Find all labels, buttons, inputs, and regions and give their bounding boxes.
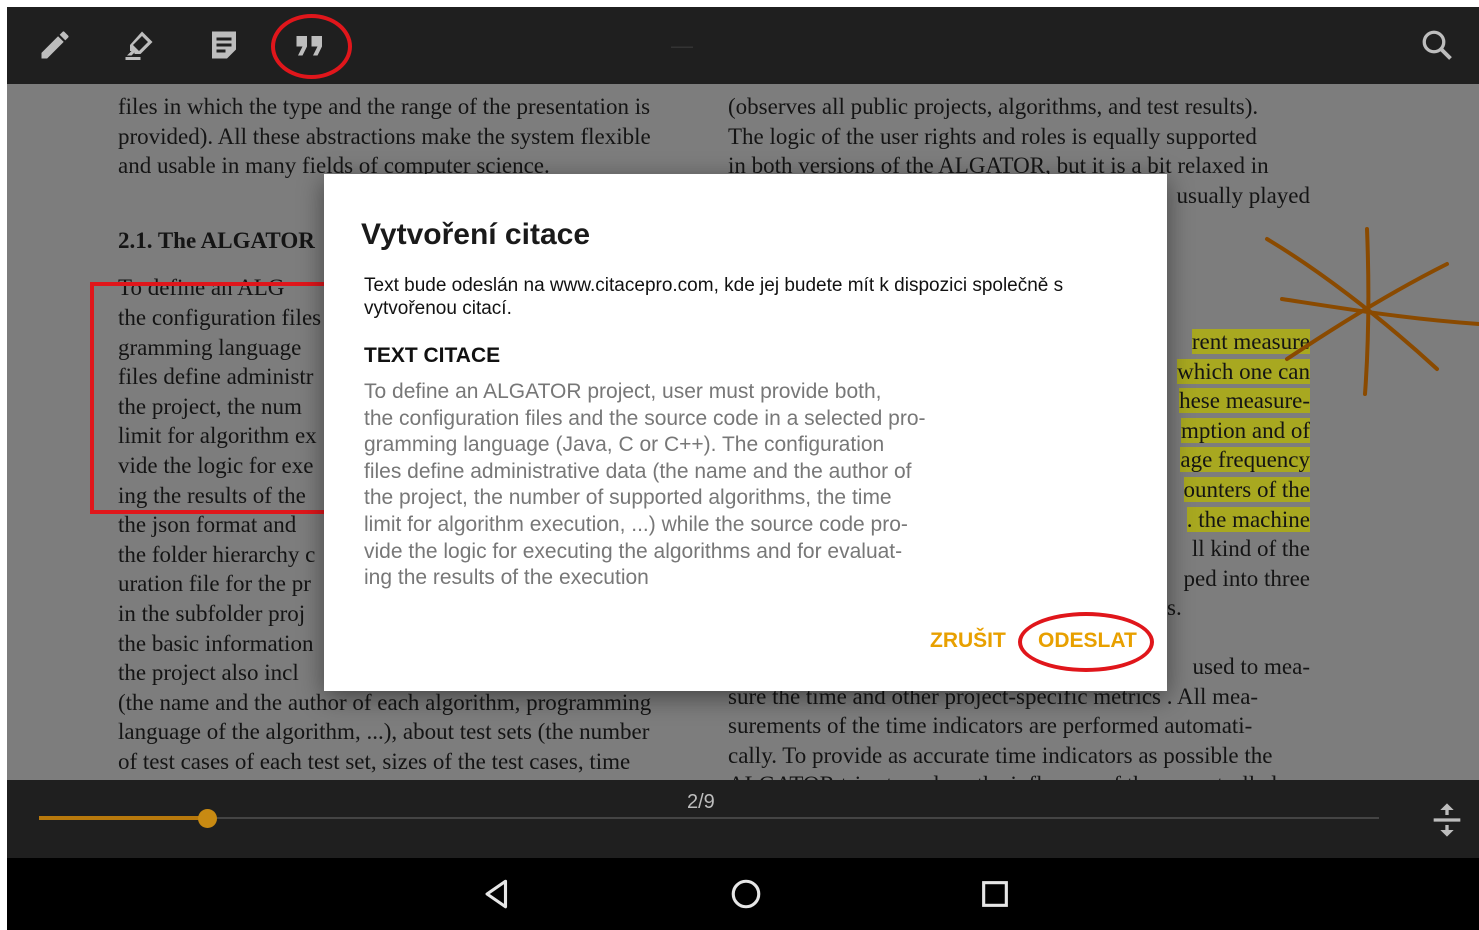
- text-line: of test cases of each test set, sizes of…: [118, 748, 631, 774]
- recents-icon[interactable]: [975, 874, 1015, 914]
- highlighted-text[interactable]: . the machine: [1186, 506, 1310, 532]
- text-line: (the name and the author of each algorit…: [118, 689, 652, 715]
- text-line: s.: [1167, 595, 1182, 621]
- text-line: surements of the time indicators are per…: [728, 713, 1253, 739]
- title-placeholder: —: [671, 33, 693, 58]
- page-slider-thumb[interactable]: [197, 809, 217, 828]
- text-line: provided). All these abstractions make t…: [118, 123, 651, 149]
- text-line: (observes all public projects, algorithm…: [728, 94, 1259, 119]
- page-indicator: 2/9: [687, 791, 715, 813]
- citation-text: To define an ALGATOR project, user must …: [364, 380, 926, 590]
- home-icon[interactable]: [726, 874, 766, 914]
- dialog-subtitle: TEXT CITACE: [364, 344, 501, 367]
- text-line: ALGATOR tries to reduce the influence of…: [728, 770, 1310, 780]
- highlighted-text[interactable]: mption and of: [1180, 417, 1310, 443]
- text-line: cally. To provide as accurate time indic…: [728, 742, 1273, 768]
- text-line: The logic of the user rights and roles i…: [728, 123, 1257, 149]
- device-screen: — files in which the type and the range …: [7, 7, 1479, 930]
- text-line: files in which the type and the range of…: [118, 94, 651, 119]
- expand-collapse-icon[interactable]: [1427, 800, 1467, 840]
- pencil-icon[interactable]: [35, 25, 75, 65]
- note-icon[interactable]: [204, 25, 244, 65]
- quote-highlight-circle: [271, 14, 352, 79]
- text-line: language of the algorithm, ...), about t…: [118, 719, 650, 745]
- back-icon[interactable]: [477, 874, 517, 914]
- top-toolbar: —: [7, 7, 1479, 84]
- page-slider-fill: [39, 816, 207, 820]
- freehand-drawing: [1265, 227, 1479, 396]
- search-icon[interactable]: [1417, 25, 1457, 65]
- selection-rectangle: [90, 282, 340, 514]
- dialog-title: Vytvoření citace: [361, 218, 590, 251]
- bottom-bar: 2/9: [7, 780, 1479, 858]
- citation-dialog: Vytvoření citace Text bude odeslán na ww…: [324, 174, 1167, 691]
- page-slider-track[interactable]: [39, 817, 1379, 819]
- text-line: ped into three: [1183, 565, 1310, 591]
- highlighter-icon[interactable]: [119, 25, 159, 65]
- dialog-message: Text bude odeslán na www.citacepro.com, …: [364, 275, 1064, 319]
- highlighted-text[interactable]: ounters of the: [1183, 476, 1310, 502]
- text-line: ll kind of the: [1191, 536, 1310, 562]
- cancel-button[interactable]: ZRUŠIT: [930, 629, 1006, 653]
- system-nav-bar: [7, 858, 1479, 930]
- highlighted-text[interactable]: age frequency: [1180, 447, 1310, 473]
- send-highlight-circle: [1018, 612, 1154, 672]
